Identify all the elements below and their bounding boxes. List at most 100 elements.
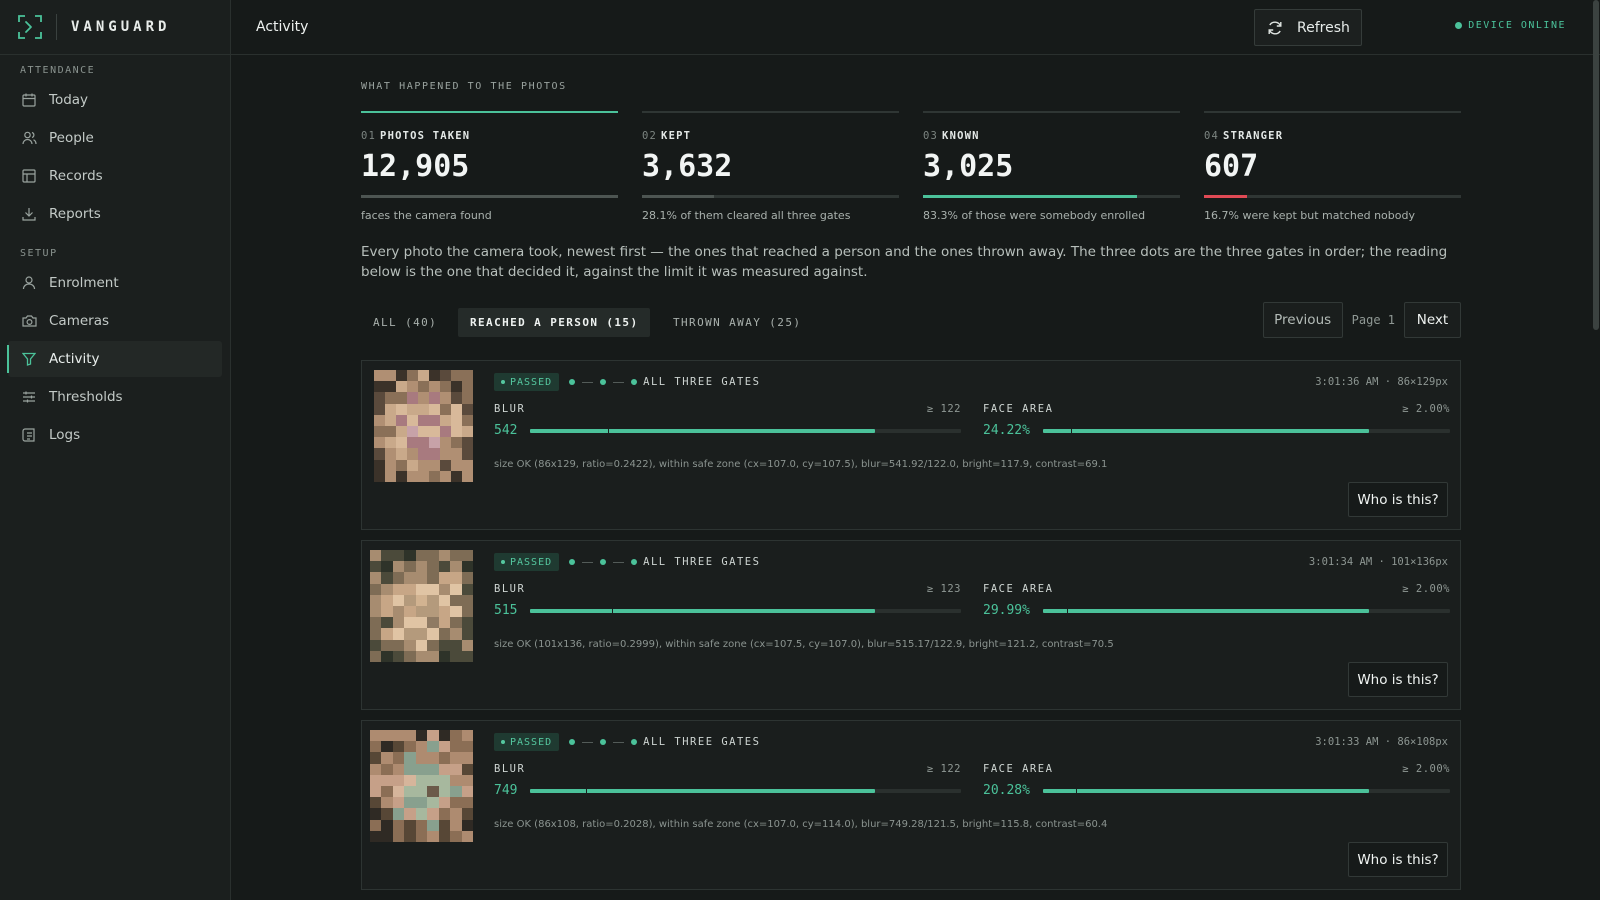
previous-button[interactable]: Previous <box>1262 302 1343 338</box>
stat-known[interactable]: 03 KNOWN 3,025 83.3% of those were somebo… <box>923 111 1180 222</box>
who-is-this-button[interactable]: Who is this? <box>1348 482 1448 517</box>
refresh-button[interactable]: Refresh <box>1254 9 1362 46</box>
thumbnail-pixel <box>438 594 451 606</box>
thumbnail-pixel <box>404 628 416 640</box>
thumbnail-pixel <box>450 808 462 820</box>
face-thumbnail[interactable] <box>374 370 473 482</box>
thumbnail-pixel <box>385 381 396 393</box>
sidebar-item-logs[interactable]: Logs <box>8 417 222 453</box>
status-badge: PASSED <box>494 553 560 571</box>
thumbnail-pixel <box>415 774 428 786</box>
thumbnail-pixel <box>392 774 405 786</box>
metric-threshold: ≥ 2.00% <box>1402 403 1450 415</box>
stat-kept[interactable]: 02 KEPT 3,632 28.1% of them cleared all t… <box>642 111 899 222</box>
thumbnail-pixel <box>415 819 428 831</box>
record-details: size OK (86x108, ratio=0.2028), within s… <box>494 819 1108 830</box>
thumbnail-pixel <box>415 583 428 595</box>
sidebar-item-label: Thresholds <box>49 389 123 405</box>
main-content: WHAT HAPPENED TO THE PHOTOS 01 PHOTOS TAK… <box>361 55 1461 900</box>
face-thumbnail[interactable] <box>370 730 473 842</box>
sidebar-item-label: People <box>49 130 94 146</box>
sidebar-item-enrolment[interactable]: Enrolment <box>8 265 222 301</box>
thumbnail-pixel <box>415 561 428 573</box>
thumbnail-pixel <box>370 650 382 662</box>
tab-thrown-away[interactable]: THROWN AWAY (25) <box>661 308 813 337</box>
thumbnail-pixel <box>438 741 451 753</box>
thumbnail-pixel <box>407 437 418 449</box>
thumbnail-pixel <box>438 550 451 562</box>
record-meta: 3:01:34 AM · 101×136px <box>1308 556 1448 568</box>
metric-name: FACE AREA <box>983 583 1054 595</box>
face-thumbnail[interactable] <box>370 550 473 662</box>
stat-caption: 16.7% were kept but matched nobody <box>1204 209 1415 222</box>
thumbnail-pixel <box>374 470 385 482</box>
thumbnail-pixel <box>462 425 473 438</box>
thumbnail-pixel <box>415 730 428 742</box>
tab-all[interactable]: ALL (40) <box>361 308 449 337</box>
metric-value: 515 <box>494 603 518 618</box>
sidebar-item-cameras[interactable]: Cameras <box>8 303 222 339</box>
thumbnail-pixel <box>385 425 396 438</box>
thumbnail-pixel <box>404 550 416 562</box>
scrollbar[interactable] <box>1593 0 1599 330</box>
metric-value: 542 <box>494 423 518 438</box>
thumbnail-pixel <box>438 774 451 786</box>
sidebar-item-today[interactable]: Today <box>8 82 222 118</box>
thumbnail-pixel <box>461 830 473 842</box>
thumbnail-pixel <box>381 594 393 606</box>
thumbnail-pixel <box>396 437 407 449</box>
record-details: size OK (101x136, ratio=0.2999), within … <box>494 639 1114 650</box>
metric-threshold: ≥ 123 <box>926 583 961 595</box>
sidebar-item-activity[interactable]: Activity <box>7 341 222 377</box>
thumbnail-pixel <box>392 605 405 618</box>
metric-value: 20.28% <box>983 783 1030 798</box>
badge-dot-icon <box>501 740 505 744</box>
thumbnail-pixel <box>418 403 429 415</box>
thumbnail-pixel <box>451 370 462 382</box>
thumbnail-pixel <box>415 605 428 618</box>
thumbnail-pixel <box>415 639 428 651</box>
sidebar-item-people[interactable]: People <box>8 120 222 156</box>
who-is-this-button[interactable]: Who is this? <box>1348 662 1448 697</box>
thumbnail-pixel <box>438 628 451 640</box>
thumbnail-pixel <box>440 437 451 449</box>
sidebar-item-label: Today <box>49 92 89 108</box>
thumbnail-pixel <box>438 763 451 775</box>
thumbnail-pixel <box>392 763 405 775</box>
stat-bar-fill <box>642 195 715 198</box>
thumbnail-pixel <box>427 594 439 606</box>
status-badge-label: PASSED <box>510 556 553 568</box>
stat-photos-taken[interactable]: 01 PHOTOS TAKEN 12,905 faces the camera f… <box>361 111 618 222</box>
thumbnail-pixel <box>451 437 462 449</box>
gate-connector <box>582 741 594 743</box>
thumbnail-pixel <box>440 470 451 482</box>
gate-connector <box>613 381 625 383</box>
thumbnail-pixel <box>381 583 393 595</box>
tab-reached-a-person[interactable]: REACHED A PERSON (15) <box>458 308 651 337</box>
who-is-this-button[interactable]: Who is this? <box>1348 842 1448 877</box>
thumbnail-pixel <box>462 459 473 471</box>
thumbnail-pixel <box>415 797 428 809</box>
thumbnail-pixel <box>418 414 429 426</box>
thumbnail-pixel <box>407 470 418 482</box>
thumbnail-pixel <box>461 763 473 775</box>
thumbnail-pixel <box>396 370 407 382</box>
person-icon <box>21 275 37 291</box>
thumbnail-pixel <box>374 425 385 438</box>
thumbnail-pixel <box>404 830 416 842</box>
sidebar-item-records[interactable]: Records <box>8 158 222 194</box>
sidebar-item-reports[interactable]: Reports <box>8 196 222 232</box>
sidebar-item-thresholds[interactable]: Thresholds <box>8 379 222 415</box>
thumbnail-pixel <box>396 381 407 393</box>
sidebar-item-label: Logs <box>49 427 81 443</box>
thumbnail-pixel <box>461 774 473 786</box>
record-header: PASSED ALL THREE GATES 3:01:33 AM · 86×1… <box>494 733 1448 751</box>
next-button[interactable]: Next <box>1404 302 1461 338</box>
thumbnail-pixel <box>450 594 462 606</box>
metric-fill <box>530 608 875 613</box>
metric-track <box>530 426 961 435</box>
stat-caption: 28.1% of them cleared all three gates <box>642 209 851 222</box>
metric-track <box>1043 786 1450 795</box>
thumbnail-pixel <box>451 425 462 438</box>
stat-stranger[interactable]: 04 STRANGER 607 16.7% were kept but match… <box>1204 111 1461 222</box>
